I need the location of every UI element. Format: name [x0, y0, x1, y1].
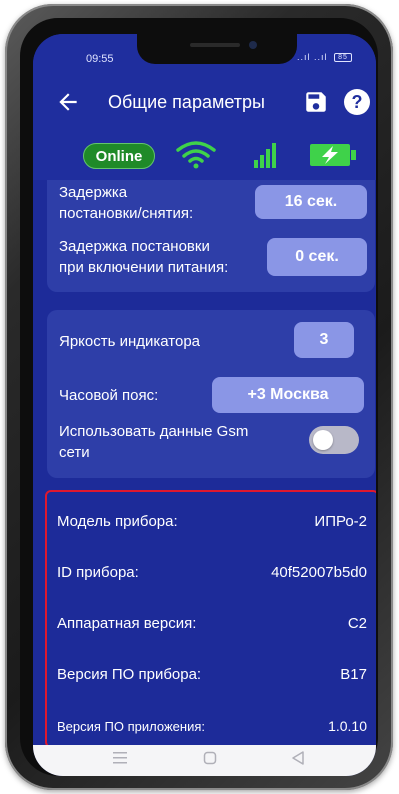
arm-delay-label-line1: Задержка [59, 184, 128, 201]
home-icon[interactable] [203, 751, 217, 765]
timezone-select-button[interactable]: +3 Москва [212, 377, 364, 413]
status-bar: 09:55 ..ıl ..ıl 85 [33, 34, 376, 74]
earpiece-speaker [190, 43, 240, 47]
gsm-time-toggle[interactable] [309, 426, 359, 454]
cell-signal-text: ..ıl ..ıl [296, 52, 328, 62]
info-row-model: Модель прибора: ИПРо-2 [57, 513, 367, 537]
info-value: 1.0.10 [328, 718, 367, 734]
power-delay-value-button[interactable]: 0 сек. [267, 238, 367, 276]
arm-delay-value-button[interactable]: 16 сек. [255, 185, 367, 219]
app-screen: 09:55 ..ıl ..ıl 85 Общие параметры ? Onl… [33, 34, 376, 776]
connection-status-row: Online [33, 134, 376, 180]
timezone-label: Часовой пояс: [59, 387, 159, 404]
status-time: 09:55 [86, 53, 114, 65]
camera-notch [137, 34, 297, 64]
floppy-disk-icon[interactable] [303, 89, 329, 115]
info-row-app-version: Версия ПО приложения: 1.0.10 [57, 717, 367, 741]
display-settings-card: Яркость индикатора 3 Часовой пояс: +3 Мо… [47, 310, 375, 478]
info-row-hardware-version: Аппаратная версия: C2 [57, 615, 367, 639]
info-row-firmware-version: Версия ПО прибора: B17 [57, 666, 367, 690]
brightness-label: Яркость индикатора [59, 333, 201, 350]
arrow-left-icon[interactable] [55, 89, 81, 115]
back-triangle-icon[interactable] [291, 750, 305, 766]
gsm-time-label-line1: Использовать данные Gsm [59, 423, 249, 440]
battery-charging-icon [310, 144, 356, 166]
settings-scroll-area[interactable]: Задержка постановки/снятия: 16 сек. Заде… [33, 180, 376, 745]
brightness-value-button[interactable]: 3 [294, 322, 354, 358]
info-value: 40f52007b5d0 [271, 564, 367, 581]
power-delay-label-line1: Задержка постановки [59, 238, 210, 255]
delay-settings-card: Задержка постановки/снятия: 16 сек. Заде… [47, 180, 375, 292]
power-delay-label-line2: при включении питания: [59, 259, 229, 276]
toggle-knob [313, 430, 333, 450]
status-battery-level: 85 [338, 54, 348, 62]
info-label: ID прибора: [57, 564, 139, 581]
page-title: Общие параметры [108, 92, 265, 112]
info-value: C2 [347, 615, 367, 632]
android-nav-bar [33, 745, 376, 776]
arm-delay-label: Задержка постановки/снятия: [59, 182, 193, 224]
device-info-panel: Модель прибора: ИПРо-2 ID прибора: 40f52… [45, 490, 376, 745]
status-icons: ..ıl ..ıl 85 [296, 52, 352, 63]
app-toolbar: Общие параметры ? [33, 74, 376, 134]
gsm-time-label-line2: сети [59, 444, 90, 461]
info-row-device-id: ID прибора: 40f52007b5d0 [57, 564, 367, 588]
info-label: Модель прибора: [57, 513, 178, 530]
info-label: Аппаратная версия: [57, 615, 197, 632]
online-status-badge: Online [83, 143, 155, 169]
power-delay-label: Задержка постановки при включении питани… [59, 236, 228, 278]
wifi-icon [176, 141, 216, 169]
cell-signal-icon [254, 143, 276, 168]
menu-icon[interactable] [112, 751, 128, 765]
info-label: Версия ПО приложения: [57, 719, 205, 734]
front-camera [249, 41, 257, 49]
help-icon[interactable]: ? [344, 89, 370, 115]
phone-frame: 09:55 ..ıl ..ıl 85 Общие параметры ? Onl… [5, 4, 393, 790]
info-value: B17 [340, 666, 367, 683]
info-label: Версия ПО прибора: [57, 666, 202, 683]
arm-delay-label-line2: постановки/снятия: [59, 205, 194, 222]
info-value: ИПРо-2 [314, 513, 367, 530]
status-battery-icon: 85 [334, 53, 352, 63]
gsm-time-label: Использовать данные Gsm сети [59, 421, 248, 463]
